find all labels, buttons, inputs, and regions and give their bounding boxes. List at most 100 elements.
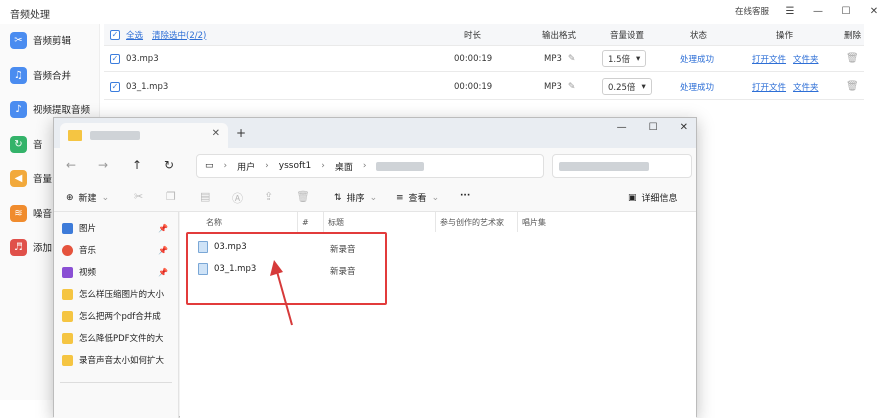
- refresh-icon[interactable]: ↻: [164, 158, 174, 172]
- open-file-link[interactable]: 打开文件: [752, 46, 786, 71]
- minimize-icon[interactable]: —: [617, 122, 627, 133]
- nav-item-label: 怎么样压缩图片的大小: [79, 290, 165, 300]
- volume-select[interactable]: 0.25倍 ▾: [602, 78, 652, 95]
- chevron-down-icon: ▾: [636, 53, 641, 64]
- maximize-icon[interactable]: ☐: [649, 122, 658, 133]
- sidebar-item-audio-merge[interactable]: ♫ 音频合并: [10, 62, 100, 88]
- col-delete: 删除: [844, 30, 862, 41]
- col-name[interactable]: 名称: [180, 212, 298, 232]
- duration: 00:00:19: [454, 53, 493, 64]
- view-button[interactable]: ≡ 查看 ⌄: [396, 191, 439, 205]
- sidebar-item-label: 音量: [33, 174, 53, 185]
- pin-icon[interactable]: 📌: [158, 268, 168, 277]
- select-all-checkbox[interactable]: ✓: [110, 24, 120, 45]
- col-format: 输出格式: [542, 30, 577, 41]
- close-icon[interactable]: ✕: [680, 122, 688, 133]
- col-number[interactable]: #: [298, 212, 324, 232]
- sort-icon: ⇅: [334, 192, 342, 203]
- sidebar-item-label: 添加: [33, 243, 53, 254]
- edit-icon[interactable]: ✎: [568, 82, 576, 92]
- duration: 00:00:19: [454, 81, 493, 92]
- sort-button[interactable]: ⇅ 排序 ⌄: [334, 191, 378, 205]
- nav-item-pictures[interactable]: 图片 📌: [62, 222, 174, 234]
- status-text: 处理成功: [680, 54, 715, 65]
- close-icon[interactable]: ✕: [867, 5, 881, 17]
- select-all-link[interactable]: 全选: [126, 24, 143, 45]
- new-tab-button[interactable]: +: [236, 126, 246, 140]
- new-button-label: 新建: [78, 194, 97, 204]
- nav-item-label: 录音声音太小如何扩大: [79, 356, 165, 366]
- nav-item-folder[interactable]: 录音声音太小如何扩大: [62, 354, 174, 366]
- nav-item-videos[interactable]: 视频 📌: [62, 266, 174, 278]
- format-value: MP3: [544, 53, 562, 64]
- chevron-right-icon: ›: [265, 161, 269, 171]
- address-bar[interactable]: ▭ › 用户 › yssoft1 › 桌面 ›: [196, 154, 544, 178]
- monitor-icon: ▭: [205, 161, 214, 171]
- nav-divider: [60, 382, 172, 383]
- menu-icon[interactable]: ☰: [783, 5, 797, 17]
- minimize-icon[interactable]: —: [811, 5, 825, 17]
- table-row: ✓ 03.mp3 00:00:19 MP3 ✎ 1.5倍 ▾ 处理成功 打开文件 文…: [104, 46, 864, 72]
- open-folder-link[interactable]: 文件夹: [793, 46, 819, 71]
- breadcrumb-item[interactable]: 桌面: [335, 160, 353, 173]
- nav-item-folder[interactable]: 怎么把两个pdf合并成: [62, 310, 174, 322]
- details-button[interactable]: ▣ 详细信息: [628, 191, 678, 205]
- address-bar-row: ← → ↑ ↻ ▭ › 用户 › yssoft1 › 桌面 ›: [54, 148, 696, 184]
- open-file-link[interactable]: 打开文件: [752, 74, 786, 99]
- copy-icon[interactable]: ❐: [166, 190, 176, 203]
- view-button-label: 查看: [408, 194, 427, 204]
- chevron-down-icon: ⌄: [369, 192, 378, 203]
- sidebar-item-audio-cut[interactable]: ✂ 音频剪辑: [10, 27, 100, 53]
- format-cell: MP3 ✎: [544, 46, 575, 71]
- delete-icon[interactable]: 🗑: [296, 190, 310, 203]
- sidebar-item-label: 音频剪辑: [33, 36, 72, 47]
- folder-icon: [62, 310, 73, 322]
- app-title: 音频处理: [10, 10, 50, 21]
- pin-icon[interactable]: 📌: [158, 224, 168, 233]
- edit-icon[interactable]: ✎: [568, 54, 576, 64]
- breadcrumb-item[interactable]: yssoft1: [279, 161, 311, 171]
- trash-icon[interactable]: 🗑: [846, 46, 859, 71]
- nav-item-folder[interactable]: 怎么降低PDF文件的大: [62, 332, 174, 344]
- paste-icon[interactable]: ▤: [200, 190, 210, 203]
- cut-icon[interactable]: ✂: [134, 190, 143, 203]
- nav-item-label: 怎么把两个pdf合并成: [79, 312, 161, 322]
- tab-desktop[interactable]: ✕: [60, 123, 228, 148]
- forward-icon[interactable]: →: [98, 158, 108, 172]
- add-audio-icon: ♬: [10, 238, 27, 256]
- folder-icon: [62, 288, 73, 300]
- col-artist[interactable]: 参与创作的艺术家: [436, 212, 518, 232]
- col-title[interactable]: 标题: [324, 212, 436, 232]
- row-checkbox[interactable]: ✓: [110, 46, 120, 71]
- search-input[interactable]: [552, 154, 692, 178]
- maximize-icon[interactable]: ☐: [839, 5, 853, 17]
- rename-icon[interactable]: Ⓐ: [232, 190, 243, 206]
- chevron-right-icon: ›: [321, 161, 325, 171]
- new-button[interactable]: ⊕ 新建 ⌄: [66, 191, 109, 205]
- col-album[interactable]: 唱片集: [518, 212, 614, 232]
- nav-item-label: 音乐: [79, 246, 97, 256]
- up-icon[interactable]: ↑: [132, 158, 142, 172]
- table-header: ✓ 全选 清除选中(2/2) 时长 输出格式 音量设置 状态 操作 删除: [104, 24, 864, 46]
- open-folder-link[interactable]: 文件夹: [793, 74, 819, 99]
- breadcrumb-item[interactable]: 用户: [237, 160, 255, 173]
- nav-item-music[interactable]: 音乐 📌: [62, 244, 174, 256]
- row-checkbox[interactable]: ✓: [110, 74, 120, 99]
- volume-select[interactable]: 1.5倍 ▾: [602, 50, 647, 67]
- back-icon[interactable]: ←: [66, 158, 76, 172]
- nav-item-folder[interactable]: 怎么样压缩图片的大小: [62, 288, 174, 300]
- col-action: 操作: [776, 30, 794, 41]
- volume-icon: ◀: [10, 169, 27, 187]
- pin-icon[interactable]: 📌: [158, 246, 168, 255]
- folder-icon: [62, 354, 73, 366]
- close-icon[interactable]: ✕: [212, 128, 220, 139]
- online-support-link[interactable]: 在线客服: [735, 5, 769, 17]
- chevron-right-icon: ›: [223, 161, 228, 171]
- sidebar-item-label: 噪音: [33, 209, 53, 220]
- search-placeholder-redacted: [559, 162, 649, 171]
- more-button[interactable]: ···: [460, 191, 470, 201]
- col-volume: 音量设置: [610, 30, 645, 41]
- trash-icon[interactable]: 🗑: [846, 74, 859, 99]
- deselect-link[interactable]: 清除选中(2/2): [152, 24, 206, 45]
- share-icon[interactable]: ⇪: [264, 190, 273, 203]
